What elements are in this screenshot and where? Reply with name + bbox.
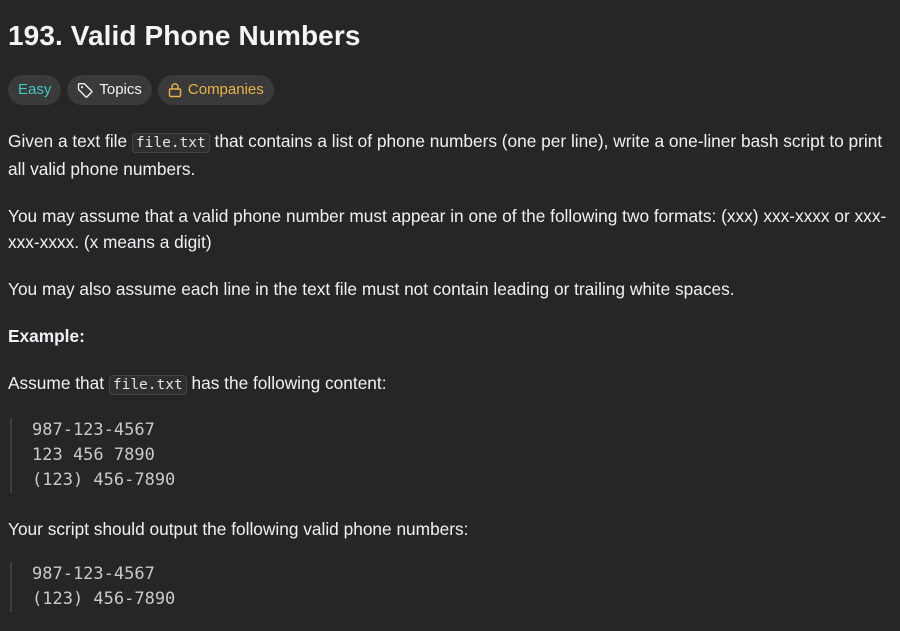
- companies-button[interactable]: Companies: [157, 75, 274, 105]
- example-heading: Example:: [8, 323, 892, 349]
- tag-icon: [77, 82, 93, 98]
- whitespace-paragraph: You may also assume each line in the tex…: [8, 279, 735, 299]
- code-line: (123) 456-7890: [32, 589, 176, 609]
- companies-label: Companies: [187, 81, 264, 98]
- tag-row: Easy Topics Companies: [8, 75, 892, 105]
- format-paragraph: You may assume that a valid phone number…: [8, 206, 887, 252]
- output-paragraph: Your script should output the following …: [8, 519, 469, 539]
- difficulty-label: Easy: [18, 81, 52, 98]
- problem-content: Given a text file file.txt that contains…: [8, 128, 892, 612]
- code-line: 987-123-4567: [32, 420, 155, 440]
- code-line: 987-123-4567: [32, 564, 155, 584]
- problem-description: 193. Valid Phone Numbers Easy Topics Com…: [0, 0, 900, 612]
- assume-paragraph: Assume that file.txt has the following c…: [8, 370, 892, 398]
- topics-button[interactable]: Topics: [67, 75, 152, 105]
- input-code-block: 987-123-4567 123 456 7890 (123) 456-7890: [10, 418, 892, 493]
- text-span: Assume that: [8, 373, 109, 393]
- inline-code-filename: file.txt: [131, 133, 210, 153]
- inline-code-filename: file.txt: [108, 375, 187, 395]
- example-label: Example:: [8, 326, 85, 346]
- text-span: has the following content:: [186, 373, 387, 393]
- output-code-block: 987-123-4567 (123) 456-7890: [10, 562, 892, 612]
- difficulty-badge[interactable]: Easy: [8, 75, 62, 105]
- problem-title[interactable]: 193. Valid Phone Numbers: [8, 0, 892, 54]
- code-line: (123) 456-7890: [32, 470, 176, 490]
- code-line: 123 456 7890: [32, 445, 155, 465]
- text-span: Given a text file: [8, 131, 132, 151]
- topics-label: Topics: [99, 81, 142, 98]
- lock-icon: [168, 82, 182, 98]
- description-paragraph: Given a text file file.txt that contains…: [8, 128, 892, 182]
